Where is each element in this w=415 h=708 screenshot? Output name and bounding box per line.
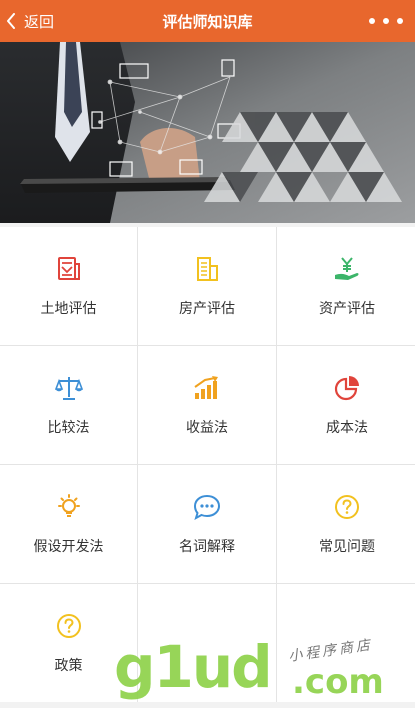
- pie-chart-icon: [332, 373, 362, 403]
- money-hand-icon: [332, 254, 362, 284]
- more-options-button[interactable]: [369, 15, 403, 27]
- balance-scale-icon: [54, 373, 84, 403]
- lightbulb-icon: [54, 492, 84, 522]
- back-button[interactable]: 返回: [6, 0, 54, 42]
- chat-bubble-icon: [192, 492, 222, 522]
- menu-item-property-appraisal[interactable]: 房产评估: [138, 227, 276, 345]
- menu-item-income-method[interactable]: 收益法: [138, 346, 276, 464]
- page-title: 评估师知识库: [162, 13, 253, 31]
- growth-bars-icon: [192, 373, 222, 403]
- banner-image: [0, 42, 415, 223]
- building-icon: [192, 254, 222, 284]
- menu-item-faq[interactable]: 常见问题: [277, 465, 415, 583]
- menu-item-label: 假设开发法: [33, 538, 104, 554]
- menu-item-label: 政策: [54, 657, 83, 673]
- menu-item-label: 收益法: [186, 419, 228, 435]
- menu-item-label: 常见问题: [319, 538, 375, 554]
- dot-icon: [397, 18, 403, 24]
- category-grid: 土地评估 房产评估 资产评估 比较法 收益法 成本法 假设开发法 名词解释 常见…: [0, 227, 415, 702]
- chevron-left-icon: [6, 13, 16, 29]
- dot-icon: [369, 18, 375, 24]
- menu-item-label: 成本法: [326, 419, 368, 435]
- title-bar: 返回 评估师知识库: [0, 0, 415, 42]
- menu-item-cost-method[interactable]: 成本法: [277, 346, 415, 464]
- menu-item-label: 名词解释: [179, 538, 235, 554]
- menu-item-label: 房产评估: [179, 300, 235, 316]
- menu-item-label: 比较法: [47, 419, 90, 435]
- question-icon: [54, 611, 84, 641]
- empty-cell: [277, 584, 415, 702]
- menu-item-label: 资产评估: [319, 300, 375, 316]
- menu-item-label: 土地评估: [40, 300, 97, 316]
- menu-item-land-appraisal[interactable]: 土地评估: [0, 227, 137, 345]
- menu-item-asset-appraisal[interactable]: 资产评估: [277, 227, 415, 345]
- menu-item-glossary[interactable]: 名词解释: [138, 465, 276, 583]
- question-icon: [332, 492, 362, 522]
- dot-icon: [383, 18, 389, 24]
- menu-item-comparison-method[interactable]: 比较法: [0, 346, 137, 464]
- menu-item-policy[interactable]: 政策: [0, 584, 137, 702]
- back-label: 返回: [24, 13, 55, 31]
- empty-cell: [138, 584, 276, 702]
- menu-item-hypothetical-development-method[interactable]: 假设开发法: [0, 465, 137, 583]
- land-document-icon: [54, 254, 84, 284]
